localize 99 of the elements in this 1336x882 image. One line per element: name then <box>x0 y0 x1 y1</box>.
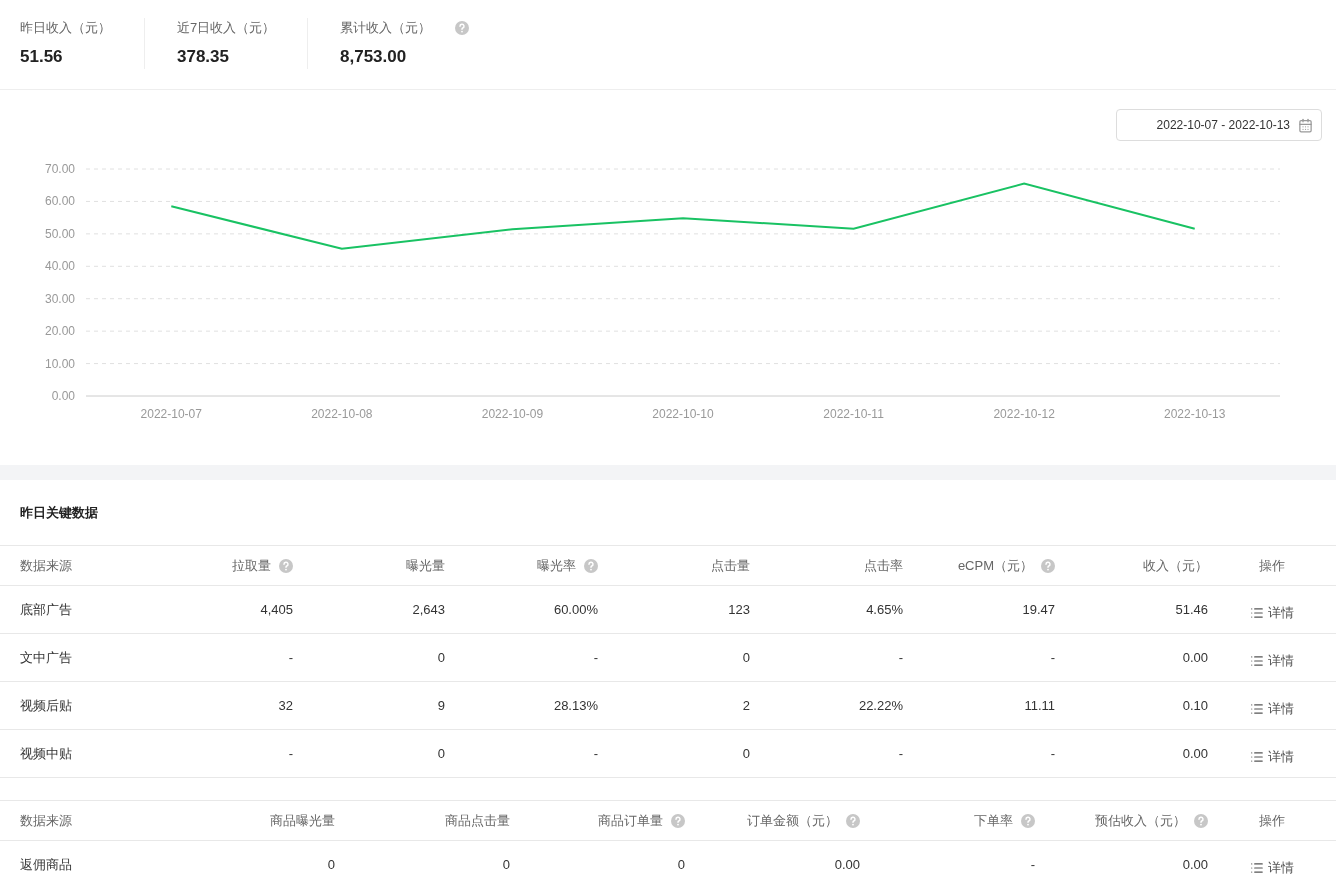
x-axis-label: 2022-10-07 <box>140 407 202 421</box>
list-icon <box>1250 701 1264 716</box>
table-cell-text: 0 <box>502 855 510 874</box>
date-range-text: 2022-10-07 - 2022-10-13 <box>1156 117 1290 134</box>
list-icon <box>1250 860 1264 875</box>
table-cell-text: 0 <box>742 744 750 763</box>
help-icon[interactable] <box>455 20 469 35</box>
table-cell-text: 0.00 <box>1182 744 1208 763</box>
table-cell-text: 22.22% <box>858 696 903 715</box>
help-icon[interactable] <box>671 813 685 828</box>
column-header: 商品订单量 <box>598 811 663 830</box>
column-header: 数据来源 <box>20 556 72 575</box>
column-header: 预估收入（元） <box>1095 811 1186 830</box>
y-axis-label: 20.00 <box>44 324 75 339</box>
list-icon <box>1250 605 1264 620</box>
table-cell-text: 2 <box>742 696 750 715</box>
x-axis-label: 2022-10-09 <box>481 407 544 421</box>
table-cell-text: - <box>593 648 598 667</box>
x-axis-label: 2022-10-08 <box>311 407 373 421</box>
column-header: 商品点击量 <box>445 811 510 830</box>
table-cell-text: 0 <box>437 648 445 667</box>
column-header: 拉取量 <box>232 556 271 575</box>
table-cell-text: 4.65% <box>866 600 903 619</box>
stat-label: 近7日收入（元） <box>177 19 276 37</box>
table-cell-text: 0 <box>327 855 335 874</box>
table-cell-text: 9 <box>437 696 445 715</box>
table-cell-text: 0.00 <box>1182 648 1208 667</box>
column-header: 点击率 <box>864 556 903 575</box>
help-icon[interactable] <box>1194 813 1208 828</box>
table-cell-text: - <box>288 744 293 763</box>
table-cell-text: 19.47 <box>1022 600 1055 619</box>
x-axis-label: 2022-10-13 <box>1164 407 1226 421</box>
details-link[interactable]: 详情 <box>1250 602 1294 623</box>
y-axis-label: 70.00 <box>44 162 75 176</box>
help-icon[interactable] <box>1021 813 1035 828</box>
table-cell-text: 123 <box>728 600 750 619</box>
date-range-picker[interactable]: 2022-10-07 - 2022-10-13 <box>1116 109 1322 141</box>
table-cell-text: 视频后贴 <box>20 696 72 715</box>
stat-label: 累计收入（元） <box>340 19 431 37</box>
column-header: 收入（元） <box>1143 556 1208 575</box>
column-header: 商品曝光量 <box>270 811 335 830</box>
y-axis-label: 40.00 <box>44 259 75 274</box>
x-axis-label: 2022-10-12 <box>993 407 1055 421</box>
y-axis-label: 0.00 <box>51 389 75 403</box>
details-link[interactable]: 详情 <box>1250 857 1294 878</box>
column-header: 点击量 <box>711 556 750 575</box>
help-icon[interactable] <box>846 813 860 828</box>
table-cell-text: 底部广告 <box>20 600 72 619</box>
table-cell-text: 0.00 <box>834 855 860 874</box>
table-cell-text: 11.11 <box>1024 696 1055 715</box>
stat-value: 8,753.00 <box>340 45 408 68</box>
table-cell-text: 0.00 <box>1182 855 1208 874</box>
table-cell-text: - <box>898 744 903 763</box>
table-cell-text: 60.00% <box>553 600 598 619</box>
table-cell-text: 0 <box>742 648 750 667</box>
x-axis-label: 2022-10-10 <box>652 407 714 421</box>
help-icon[interactable] <box>279 558 293 573</box>
column-header: 订单金额（元） <box>747 811 838 830</box>
help-icon[interactable] <box>1041 558 1055 573</box>
table-cell-text: 0 <box>677 855 685 874</box>
column-header: 操作 <box>1259 811 1285 830</box>
y-axis-label: 60.00 <box>44 194 75 209</box>
table-cell-text: 51.46 <box>1175 600 1208 619</box>
table-cell-text: 0.10 <box>1182 696 1208 715</box>
column-header: eCPM（元） <box>957 556 1033 575</box>
table-cell-text: - <box>898 648 903 667</box>
y-axis-label: 30.00 <box>44 291 75 306</box>
x-axis-label: 2022-10-11 <box>823 407 884 421</box>
stat-label: 昨日收入（元） <box>20 19 111 37</box>
column-header: 曝光率 <box>537 556 576 575</box>
stat-value: 51.56 <box>20 45 64 68</box>
table-cell-text: - <box>1050 648 1055 667</box>
details-link[interactable]: 详情 <box>1250 650 1294 671</box>
table-cell-text: 32 <box>278 696 293 715</box>
table-cell-text: 视频中贴 <box>20 744 72 763</box>
details-link[interactable]: 详情 <box>1250 698 1294 719</box>
column-header: 数据来源 <box>20 811 72 830</box>
help-icon[interactable] <box>584 558 598 573</box>
table-cell-text: 文中广告 <box>20 648 72 667</box>
table-cell-text: 返佣商品 <box>20 855 72 874</box>
table-cell-text: 28.13% <box>553 696 598 715</box>
table-cell-text: 0 <box>437 744 445 763</box>
list-icon <box>1250 749 1264 764</box>
table-cell-text: - <box>1050 744 1055 763</box>
y-axis-label: 10.00 <box>44 356 75 371</box>
y-axis-label: 50.00 <box>44 226 75 241</box>
table-cell-text: - <box>288 648 293 667</box>
column-header: 操作 <box>1259 556 1285 575</box>
column-header: 下单率 <box>974 811 1013 830</box>
list-icon <box>1250 653 1264 668</box>
section-title: 昨日关键数据 <box>20 503 98 522</box>
table-cell-text: 2,643 <box>412 600 445 619</box>
details-link[interactable]: 详情 <box>1250 746 1294 767</box>
stat-value: 378.35 <box>177 45 230 68</box>
table-cell-text: - <box>593 744 598 763</box>
column-header: 曝光量 <box>406 556 445 575</box>
calendar-icon <box>1298 117 1313 133</box>
table-cell-text: 4,405 <box>260 600 293 619</box>
table-cell-text: - <box>1030 855 1035 874</box>
